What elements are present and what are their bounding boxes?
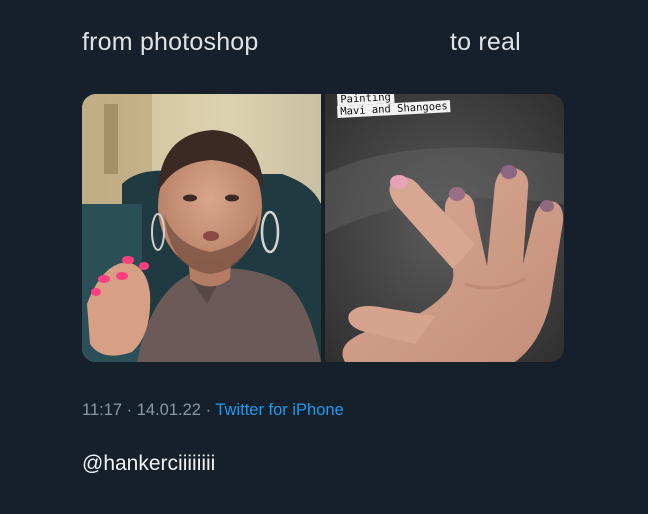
tweet-date[interactable]: 14.01.22 bbox=[137, 401, 201, 419]
user-handle[interactable]: @hankerciiiiiiii bbox=[82, 452, 215, 476]
story-text-overlay: Painting Mavi and Shangoes bbox=[337, 94, 451, 118]
media-photoshop-image[interactable] bbox=[82, 94, 321, 362]
photoshop-photo bbox=[82, 94, 321, 362]
meta-separator: · bbox=[200, 401, 216, 419]
tweet-media-grid[interactable]: Painting Mavi and Shangoes bbox=[82, 94, 564, 362]
caption-from-photoshop: from photoshop bbox=[82, 28, 259, 56]
real-photo bbox=[325, 94, 564, 362]
tweet-meta: 11:17 · 14.01.22 · Twitter for iPhone bbox=[82, 401, 344, 420]
tweet-time[interactable]: 11:17 bbox=[82, 401, 122, 419]
media-real-image[interactable]: Painting Mavi and Shangoes bbox=[325, 94, 564, 362]
meta-separator: · bbox=[122, 401, 137, 419]
caption-to-real: to real bbox=[450, 28, 521, 56]
tweet-source-link[interactable]: Twitter for iPhone bbox=[215, 401, 343, 419]
